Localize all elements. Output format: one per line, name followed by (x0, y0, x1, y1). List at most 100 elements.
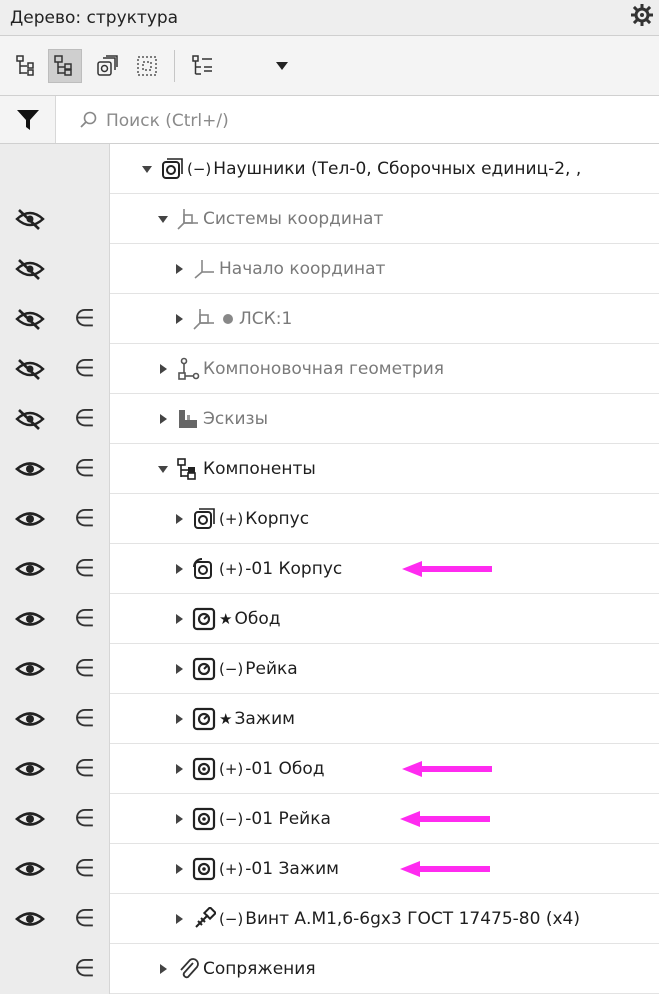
include-icon[interactable]: ∈ (74, 603, 95, 633)
row-gutter: ∈ (0, 844, 110, 894)
row-gutter: ∈ (0, 494, 110, 544)
part-icon (192, 607, 216, 631)
chevron-down-icon[interactable] (276, 62, 288, 70)
tree-row-screw[interactable]: ∈ (−) Винт А.М1,6-6gx3 ГОСТ 17475-80 (x4… (0, 894, 659, 944)
model-view-button[interactable] (90, 49, 124, 83)
include-icon[interactable]: ∈ (74, 903, 95, 933)
tree-row-obod[interactable]: ∈ ★ Обод (0, 594, 659, 644)
tree-options-button[interactable] (186, 49, 220, 83)
tree-row-korpus[interactable]: ∈ (+) Корпус (0, 494, 659, 544)
state-mark: (−) (219, 660, 244, 678)
eye-icon[interactable] (15, 707, 45, 731)
expand-toggle[interactable] (156, 364, 170, 374)
tree-row-obod-01[interactable]: ∈ (+) -01 Обод (0, 744, 659, 794)
arrow-annotation (400, 861, 490, 877)
row-gutter: ∈ (0, 544, 110, 594)
tree-row-root[interactable]: (−) Наушники (Тел-0, Сборочных единиц-2,… (0, 144, 659, 194)
include-icon[interactable]: ∈ (74, 353, 95, 383)
gear-icon[interactable] (631, 4, 653, 26)
state-mark: (−) (219, 910, 244, 928)
eye-hidden-icon[interactable] (15, 407, 45, 431)
eye-hidden-icon[interactable] (15, 357, 45, 381)
expand-toggle[interactable] (172, 664, 186, 674)
pin-icon: ★ (219, 610, 233, 628)
include-icon[interactable]: ∈ (74, 303, 95, 333)
expand-toggle[interactable] (172, 264, 186, 274)
include-icon[interactable]: ∈ (74, 553, 95, 583)
expand-toggle[interactable] (172, 614, 186, 624)
collapse-toggle[interactable] (140, 165, 154, 173)
tree-row-zazhim[interactable]: ∈ ★ Зажим (0, 694, 659, 744)
structure-view-button[interactable] (48, 49, 82, 83)
node-label: Наушники (Тел-0, Сборочных единиц-2, , (213, 159, 582, 179)
expand-toggle[interactable] (172, 514, 186, 524)
part-icon (192, 707, 216, 731)
tree-row-lcs[interactable]: ∈ ЛСК:1 (0, 294, 659, 344)
tree-row-mates[interactable]: ∈ Сопряжения (0, 944, 659, 994)
collapse-toggle[interactable] (156, 465, 170, 473)
expand-toggle[interactable] (172, 814, 186, 824)
state-mark: (−) (187, 160, 212, 178)
expand-toggle[interactable] (172, 764, 186, 774)
coordinate-system-icon (177, 209, 198, 230)
eye-icon[interactable] (15, 607, 45, 631)
row-gutter (0, 144, 110, 194)
expand-toggle[interactable] (156, 414, 170, 424)
include-icon[interactable]: ∈ (74, 503, 95, 533)
search-icon (80, 111, 97, 128)
include-icon[interactable]: ∈ (74, 403, 95, 433)
expand-toggle[interactable] (172, 714, 186, 724)
tree-row-korpus-01[interactable]: ∈ (+) -01 Корпус (0, 544, 659, 594)
row-gutter: ∈ (0, 694, 110, 744)
row-gutter: ∈ (0, 344, 110, 394)
tree-row-layout-geometry[interactable]: ∈ Компоновочная геометрия (0, 344, 659, 394)
eye-hidden-icon[interactable] (15, 307, 45, 331)
eye-icon[interactable] (15, 857, 45, 881)
eye-icon[interactable] (15, 557, 45, 581)
node-label: -01 Обод (245, 759, 325, 779)
row-gutter: ∈ (0, 794, 110, 844)
include-icon[interactable]: ∈ (74, 453, 95, 483)
include-icon[interactable]: ∈ (74, 753, 95, 783)
row-gutter: ∈ (0, 744, 110, 794)
select-frame-button[interactable] (130, 49, 164, 83)
expand-toggle[interactable] (172, 864, 186, 874)
expand-toggle[interactable] (172, 914, 186, 924)
state-mark: (+) (219, 760, 244, 778)
pin-icon: ★ (219, 710, 233, 728)
include-icon[interactable]: ∈ (74, 853, 95, 883)
part-variant-icon (192, 807, 216, 831)
search-input[interactable] (104, 106, 648, 136)
expand-toggle[interactable] (172, 564, 186, 574)
eye-icon[interactable] (15, 657, 45, 681)
tree-row-components[interactable]: ∈ Компоненты (0, 444, 659, 494)
node-label: Обод (234, 609, 281, 629)
tree-view-button[interactable] (10, 49, 44, 83)
expand-toggle[interactable] (156, 964, 170, 974)
node-label: -01 Корпус (245, 559, 343, 579)
include-icon[interactable]: ∈ (74, 953, 95, 983)
include-icon[interactable]: ∈ (74, 653, 95, 683)
eye-hidden-icon[interactable] (15, 207, 45, 231)
tree-row-reyka[interactable]: ∈ (−) Рейка (0, 644, 659, 694)
row-gutter: ∈ (0, 944, 110, 994)
tree-row-origin[interactable]: Начало координат (0, 244, 659, 294)
node-label: ЛСК:1 (239, 309, 293, 329)
row-gutter (0, 194, 110, 244)
eye-icon[interactable] (15, 457, 45, 481)
filter-button[interactable] (0, 96, 56, 143)
expand-toggle[interactable] (172, 314, 186, 324)
eye-icon[interactable] (15, 757, 45, 781)
eye-icon[interactable] (15, 807, 45, 831)
eye-icon[interactable] (15, 907, 45, 931)
eye-icon[interactable] (15, 507, 45, 531)
assembly-icon (194, 508, 215, 529)
tree-row-zazhim-01[interactable]: ∈ (+) -01 Зажим (0, 844, 659, 894)
include-icon[interactable]: ∈ (74, 803, 95, 833)
include-icon[interactable]: ∈ (74, 703, 95, 733)
eye-hidden-icon[interactable] (15, 257, 45, 281)
tree-row-coordinate-systems[interactable]: Системы координат (0, 194, 659, 244)
tree-row-reyka-01[interactable]: ∈ (−) -01 Рейка (0, 794, 659, 844)
collapse-toggle[interactable] (156, 215, 170, 223)
tree-row-sketches[interactable]: ∈ Эскизы (0, 394, 659, 444)
